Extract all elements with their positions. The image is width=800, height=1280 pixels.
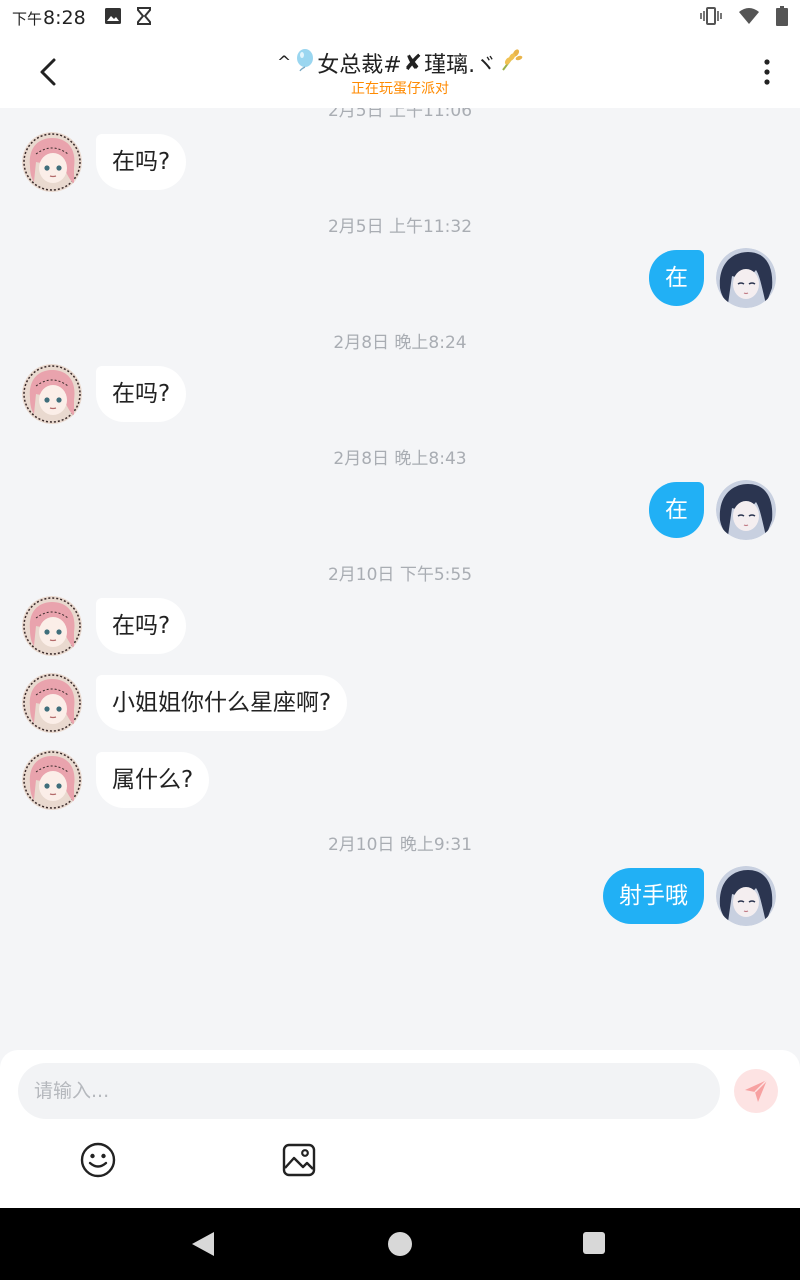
status-bar: 下午 8:28 xyxy=(0,0,800,36)
timestamp: 2月5日 上午11:06 xyxy=(327,108,473,121)
incoming-message-bubble[interactable]: 属什么? xyxy=(96,752,210,808)
battery-icon xyxy=(776,6,788,30)
back-arrow-icon xyxy=(40,58,56,86)
message-row: 射手哦 xyxy=(0,866,800,926)
outgoing-message-bubble[interactable]: 射手哦 xyxy=(603,868,704,924)
message-row: 在吗? xyxy=(0,364,800,424)
contact-avatar[interactable] xyxy=(22,673,82,733)
nav-home-icon[interactable] xyxy=(388,1232,412,1256)
incoming-message-bubble[interactable]: 在吗? xyxy=(96,598,187,654)
balloon-emoji-icon xyxy=(293,48,315,78)
my-avatar[interactable] xyxy=(716,248,776,308)
contact-avatar[interactable] xyxy=(22,750,82,810)
system-nav-bar xyxy=(0,1208,800,1280)
nav-back-icon[interactable] xyxy=(190,1230,216,1258)
message-row: 在 xyxy=(0,480,800,540)
status-time-ampm: 下午 xyxy=(12,10,43,28)
outgoing-message-bubble[interactable]: 在 xyxy=(649,250,704,306)
incoming-message-bubble[interactable]: 小姐姐你什么星座啊? xyxy=(96,675,348,731)
contact-avatar[interactable] xyxy=(22,596,82,656)
status-time-clock: 8:28 xyxy=(43,7,86,29)
my-avatar[interactable] xyxy=(716,866,776,926)
my-avatar[interactable] xyxy=(716,480,776,540)
wifi-icon xyxy=(738,7,760,29)
status-time: 下午 8:28 xyxy=(12,7,86,29)
chat-subtitle: 正在玩蛋仔派对 xyxy=(351,81,449,97)
timestamp: 2月5日 上午11:32 xyxy=(327,217,473,237)
emoji-icon xyxy=(80,1142,116,1178)
send-icon xyxy=(745,1079,768,1102)
title-main: 女总裁# xyxy=(317,53,402,78)
chat-title: ^ 女总裁# ✘ 瑾璃.ヾ xyxy=(200,48,600,78)
chat-header: ^ 女总裁# ✘ 瑾璃.ヾ 正在玩蛋仔派对 xyxy=(0,36,800,108)
send-button[interactable] xyxy=(734,1069,778,1113)
back-button[interactable] xyxy=(30,52,66,92)
outgoing-message-bubble[interactable]: 在 xyxy=(649,482,704,538)
incoming-message-bubble[interactable]: 在吗? xyxy=(96,134,187,190)
message-row: 在吗? xyxy=(0,596,800,656)
timestamp: 2月10日 晚上9:31 xyxy=(327,835,473,855)
title-prefix: ^ xyxy=(276,53,292,73)
more-button[interactable] xyxy=(752,54,782,90)
composer xyxy=(0,1050,800,1208)
hourglass-icon xyxy=(136,7,152,29)
wheat-emoji-icon xyxy=(499,48,523,78)
vibrate-icon xyxy=(700,7,722,29)
title-end: 瑾璃.ヾ xyxy=(424,53,498,78)
title-mark: ✘ xyxy=(403,50,423,76)
timestamp: 2月8日 晚上8:24 xyxy=(333,333,467,353)
contact-avatar[interactable] xyxy=(22,132,82,192)
message-row: 在 xyxy=(0,248,800,308)
more-vertical-icon xyxy=(764,59,770,85)
timestamp: 2月10日 下午5:55 xyxy=(327,565,473,585)
image-icon xyxy=(104,7,122,29)
nav-recents-icon[interactable] xyxy=(583,1232,605,1254)
emoji-button[interactable] xyxy=(80,1142,116,1178)
image-icon xyxy=(282,1143,316,1177)
contact-avatar[interactable] xyxy=(22,364,82,424)
image-button[interactable] xyxy=(281,1142,317,1178)
incoming-message-bubble[interactable]: 在吗? xyxy=(96,366,187,422)
timestamp: 2月8日 晚上8:43 xyxy=(333,449,467,469)
message-row: 小姐姐你什么星座啊? xyxy=(0,673,800,733)
message-row: 在吗? xyxy=(0,132,800,192)
chat-title-block: ^ 女总裁# ✘ 瑾璃.ヾ 正在玩蛋仔派对 xyxy=(200,48,600,98)
message-input[interactable] xyxy=(18,1063,720,1119)
message-row: 属什么? xyxy=(0,750,800,810)
message-list[interactable]: 2月5日 上午11:06 在吗? 2月5日 上午11:32 在 2月8日 晚上8:2… xyxy=(0,108,800,1050)
